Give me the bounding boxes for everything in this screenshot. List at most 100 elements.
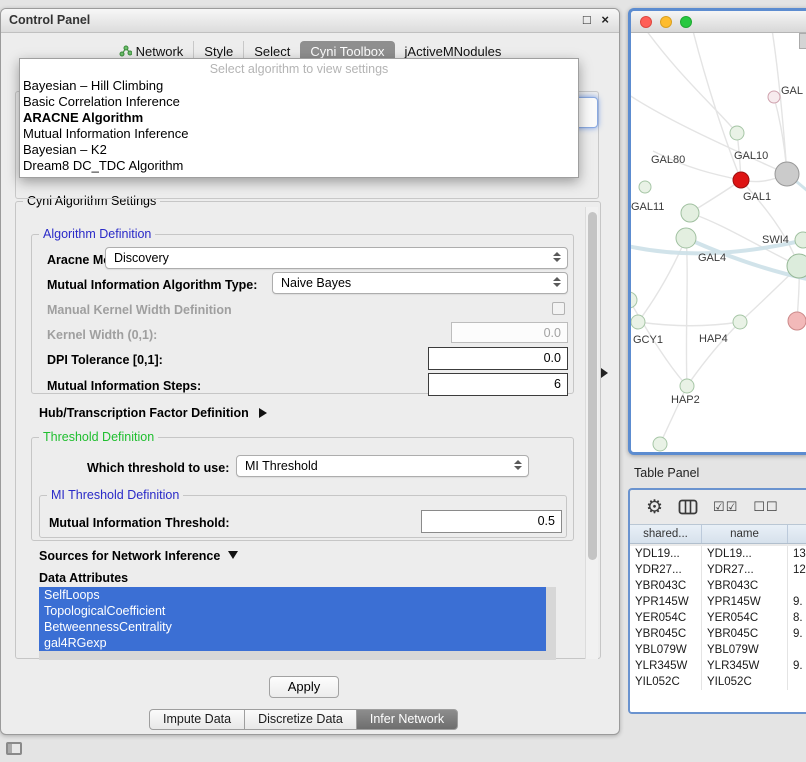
table-panel-title: Table Panel xyxy=(634,466,699,480)
table-row[interactable]: YDR27... YDR27... 12 xyxy=(630,562,806,578)
algorithm-option-selected[interactable]: ARACNE Algorithm xyxy=(20,110,578,126)
column-header[interactable] xyxy=(788,525,806,543)
list-horizontal-scrollbar[interactable] xyxy=(39,651,546,660)
settings-scrollbar[interactable] xyxy=(585,207,598,659)
zoom-button[interactable] xyxy=(680,16,692,28)
table-row[interactable]: YBR045C YBR045C 9. xyxy=(630,626,806,642)
algorithm-option[interactable]: Basic Correlation Inference xyxy=(20,94,578,110)
mi-type-label: Mutual Information Algorithm Type: xyxy=(47,278,257,292)
algorithm-option[interactable]: Bayesian – K2 xyxy=(20,142,578,158)
algorithm-option[interactable]: Dream8 DC_TDC Algorithm xyxy=(20,158,578,174)
table-row[interactable]: YER054C YER054C 8. xyxy=(630,610,806,626)
table-body: YDL19... YDL19... 13 YDR27... YDR27... 1… xyxy=(630,546,806,712)
panel-expand-arrow-icon[interactable] xyxy=(601,368,608,378)
dpi-tolerance-label: DPI Tolerance [0,1]: xyxy=(47,353,163,367)
algorithm-option[interactable]: Bayesian – Hill Climbing xyxy=(20,78,578,94)
list-vertical-scrollbar[interactable] xyxy=(546,587,556,660)
network-window-titlebar xyxy=(631,11,806,33)
table-toolbar: ⚙ ☑☑ ☐☐ xyxy=(630,490,806,524)
network-node xyxy=(639,181,651,193)
node-label[interactable]: GAL xyxy=(781,85,803,97)
node-label[interactable]: HAP4 xyxy=(699,333,728,345)
network-node xyxy=(631,292,637,308)
network-node-red xyxy=(733,172,749,188)
which-threshold-label: Which threshold to use: xyxy=(87,461,229,475)
control-panel-window: Control Panel □ × Network Style Select C… xyxy=(0,8,620,735)
columns-icon[interactable] xyxy=(678,499,698,515)
attribute-item[interactable]: TopologicalCoefficient xyxy=(39,603,546,619)
node-label[interactable]: GAL4 xyxy=(698,252,726,264)
mi-steps-label: Mutual Information Steps: xyxy=(47,379,201,393)
attribute-item[interactable]: gal4RGexp xyxy=(39,635,546,651)
network-node xyxy=(768,91,780,103)
select-all-icon[interactable]: ☑☑ xyxy=(713,499,738,515)
table-row[interactable]: YDL19... YDL19... 13 xyxy=(630,546,806,562)
network-view-window: GAL GAL80 GAL10 GAL11 GAL1 SWI4 GAL4 GCY… xyxy=(628,8,806,455)
kernel-width-label: Kernel Width (0,1): xyxy=(47,328,157,342)
tab-impute-data[interactable]: Impute Data xyxy=(149,709,245,730)
close-icon[interactable]: × xyxy=(601,12,609,27)
minimize-icon[interactable]: □ xyxy=(583,12,591,27)
data-attributes-label: Data Attributes xyxy=(39,571,128,585)
chevron-right-icon xyxy=(259,408,267,418)
column-header[interactable]: name xyxy=(702,525,788,543)
data-attributes-list: SelfLoops TopologicalCoefficient Between… xyxy=(39,587,546,651)
tab-infer-network[interactable]: Infer Network xyxy=(356,709,458,730)
network-node xyxy=(730,126,744,140)
canvas-scrollbar[interactable] xyxy=(799,33,806,49)
scrollbar-thumb[interactable] xyxy=(588,212,597,560)
algorithm-placeholder-option[interactable]: Select algorithm to view settings xyxy=(20,61,578,78)
chevron-down-icon xyxy=(228,551,238,559)
combo-arrows-icon xyxy=(514,460,522,470)
combo-arrows-icon xyxy=(553,252,561,262)
node-label[interactable]: GAL10 xyxy=(734,150,768,162)
node-label[interactable]: GAL11 xyxy=(631,201,664,213)
column-header[interactable]: shared... xyxy=(630,525,702,543)
deselect-all-icon[interactable]: ☐☐ xyxy=(753,499,778,515)
mi-threshold-label: Mutual Information Threshold: xyxy=(49,516,230,530)
mi-steps-field[interactable]: 6 xyxy=(428,373,568,396)
network-node xyxy=(795,232,806,248)
kernel-width-field[interactable]: 0.0 xyxy=(451,322,568,343)
group-title: Threshold Definition xyxy=(39,430,158,444)
table-row[interactable]: YIL052C YIL052C xyxy=(630,674,806,690)
manual-kernel-checkbox[interactable] xyxy=(552,302,565,315)
attribute-item[interactable]: BetweennessCentrality xyxy=(39,619,546,635)
dpi-tolerance-field[interactable]: 0.0 xyxy=(428,347,568,370)
close-button[interactable] xyxy=(640,16,652,28)
table-header-row: shared... name xyxy=(630,524,806,544)
manual-kernel-label: Manual Kernel Width Definition xyxy=(47,303,232,317)
control-panel-title: Control Panel xyxy=(1,9,619,33)
network-node xyxy=(653,437,667,451)
node-label[interactable]: GAL80 xyxy=(651,154,685,166)
table-row[interactable]: YBL079W YBL079W xyxy=(630,642,806,658)
table-panel-window: ⚙ ☑☑ ☐☐ shared... name YDL19... YDL19...… xyxy=(628,488,806,714)
hub-definition-toggle[interactable]: Hub/Transcription Factor Definition xyxy=(39,406,267,420)
network-node xyxy=(787,254,806,278)
minimize-button[interactable] xyxy=(660,16,672,28)
gear-icon[interactable]: ⚙ xyxy=(646,498,663,517)
table-row[interactable]: YLR345W YLR345W 9. xyxy=(630,658,806,674)
tab-discretize-data[interactable]: Discretize Data xyxy=(244,709,357,730)
node-label[interactable]: HAP2 xyxy=(671,394,700,406)
group-title: MI Threshold Definition xyxy=(47,488,183,502)
node-label[interactable]: GCY1 xyxy=(633,334,663,346)
network-icon xyxy=(119,45,132,57)
node-label[interactable]: SWI4 xyxy=(762,234,789,246)
which-threshold-select[interactable]: MI Threshold xyxy=(236,455,529,477)
panel-icon[interactable] xyxy=(6,742,22,755)
table-row[interactable]: YPR145W YPR145W 9. xyxy=(630,594,806,610)
network-node xyxy=(676,228,696,248)
mi-algorithm-type-select[interactable]: Naive Bayes xyxy=(272,272,568,294)
apply-button[interactable]: Apply xyxy=(269,676,339,698)
node-label[interactable]: GAL1 xyxy=(743,191,771,203)
network-canvas[interactable]: GAL GAL80 GAL10 GAL11 GAL1 SWI4 GAL4 GCY… xyxy=(631,33,806,452)
table-row[interactable]: YBR043C YBR043C xyxy=(630,578,806,594)
network-node xyxy=(681,204,699,222)
mi-threshold-field[interactable]: 0.5 xyxy=(421,510,562,533)
aracne-mode-select[interactable]: Discovery xyxy=(105,247,568,269)
attribute-item[interactable]: SelfLoops xyxy=(39,587,546,603)
algorithm-option[interactable]: Mutual Information Inference xyxy=(20,126,578,142)
sources-toggle[interactable]: Sources for Network Inference xyxy=(39,549,238,563)
network-node xyxy=(680,379,694,393)
